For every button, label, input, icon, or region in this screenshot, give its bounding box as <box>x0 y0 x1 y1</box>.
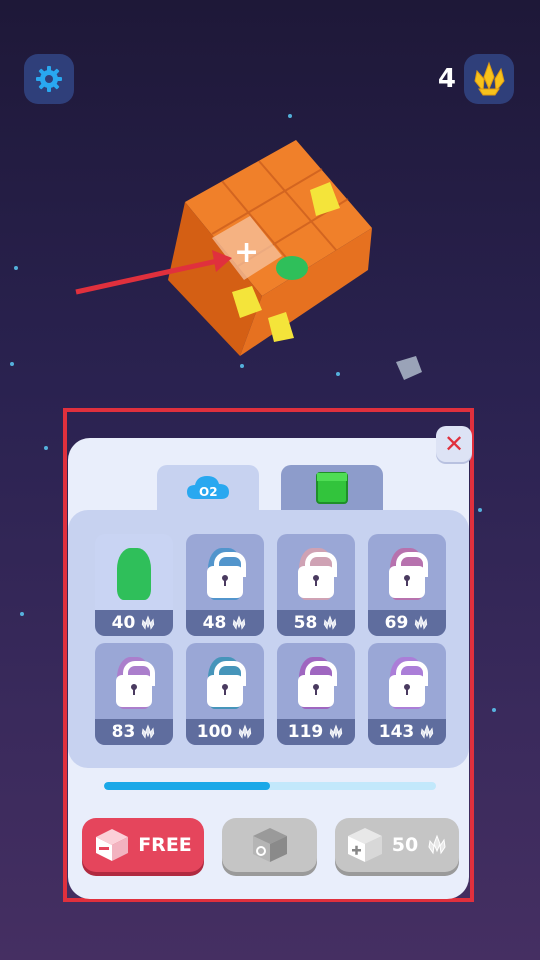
gem-counter: 4 <box>438 54 514 104</box>
price-bar: 143 <box>368 719 446 745</box>
item-card[interactable]: 40 <box>95 534 173 636</box>
star <box>288 114 292 118</box>
crystal-icon <box>428 834 446 855</box>
item-card[interactable]: 119 <box>277 643 355 745</box>
item-price: 119 <box>287 722 324 742</box>
item-card[interactable]: 58 <box>277 534 355 636</box>
item-card[interactable]: 83 <box>95 643 173 745</box>
crystal-icon <box>142 724 155 739</box>
price-bar: 40 <box>95 610 173 636</box>
lock-icon <box>207 661 246 707</box>
crystal-icon <box>324 615 337 630</box>
buy-box-button[interactable]: 50 <box>335 818 459 872</box>
gem-count: 4 <box>437 64 456 94</box>
green-plant-icon <box>276 256 308 280</box>
gem-icon-wrap <box>464 54 514 104</box>
gear-icon <box>36 66 62 92</box>
item-card[interactable]: 143 <box>368 643 446 745</box>
item-price: 83 <box>111 722 136 742</box>
lock-icon <box>389 552 428 598</box>
item-price: 58 <box>293 613 318 633</box>
star <box>20 612 24 616</box>
lock-icon <box>389 661 428 707</box>
free-label: FREE <box>138 834 192 856</box>
crystal-icon <box>415 615 428 630</box>
star <box>492 708 496 712</box>
buy-price: 50 <box>391 834 419 856</box>
lock-icon <box>207 552 246 598</box>
crystal-icon <box>421 724 434 739</box>
orange-cube[interactable]: + <box>168 140 372 356</box>
close-button[interactable]: ✕ <box>436 426 472 462</box>
tab-blocks[interactable] <box>281 465 383 511</box>
box-icon <box>96 829 129 861</box>
settings-button[interactable] <box>24 54 74 104</box>
floating-rock <box>396 356 422 380</box>
item-card[interactable]: 100 <box>186 643 264 745</box>
lock-icon <box>116 661 155 707</box>
progress-fill <box>104 782 270 790</box>
crystal-icon <box>330 724 343 739</box>
free-box-button[interactable]: FREE <box>82 818 204 872</box>
price-bar: 48 <box>186 610 264 636</box>
item-price: 143 <box>378 722 415 742</box>
refresh-button[interactable] <box>222 818 317 872</box>
tab-oxygen[interactable]: O2 <box>157 465 259 511</box>
plus-icon: + <box>234 235 259 270</box>
crystal-icon <box>142 615 155 630</box>
green-cube-icon <box>316 472 348 504</box>
star <box>478 508 482 512</box>
close-icon: ✕ <box>443 430 465 458</box>
lock-icon <box>298 661 337 707</box>
item-price: 100 <box>196 722 233 742</box>
planet-cube-scene[interactable]: + <box>0 120 540 400</box>
star <box>44 446 48 450</box>
refresh-box-icon <box>252 828 287 862</box>
price-bar: 100 <box>186 719 264 745</box>
crystal-icon <box>474 61 505 96</box>
price-bar: 119 <box>277 719 355 745</box>
item-price: 40 <box>111 613 136 633</box>
crystal-icon <box>239 724 252 739</box>
price-bar: 83 <box>95 719 173 745</box>
item-card[interactable]: 69 <box>368 534 446 636</box>
item-price: 48 <box>202 613 227 633</box>
cactus-plant-icon <box>117 548 151 600</box>
item-price: 69 <box>384 613 409 633</box>
price-bar: 58 <box>277 610 355 636</box>
progress-bar <box>104 782 436 790</box>
price-bar: 69 <box>368 610 446 636</box>
add-box-icon <box>347 828 382 862</box>
item-card[interactable]: 48 <box>186 534 264 636</box>
o2-cloud-icon: O2 <box>187 476 229 499</box>
crystal-icon <box>233 615 246 630</box>
lock-icon <box>298 552 337 598</box>
svg-text:O2: O2 <box>199 485 218 499</box>
